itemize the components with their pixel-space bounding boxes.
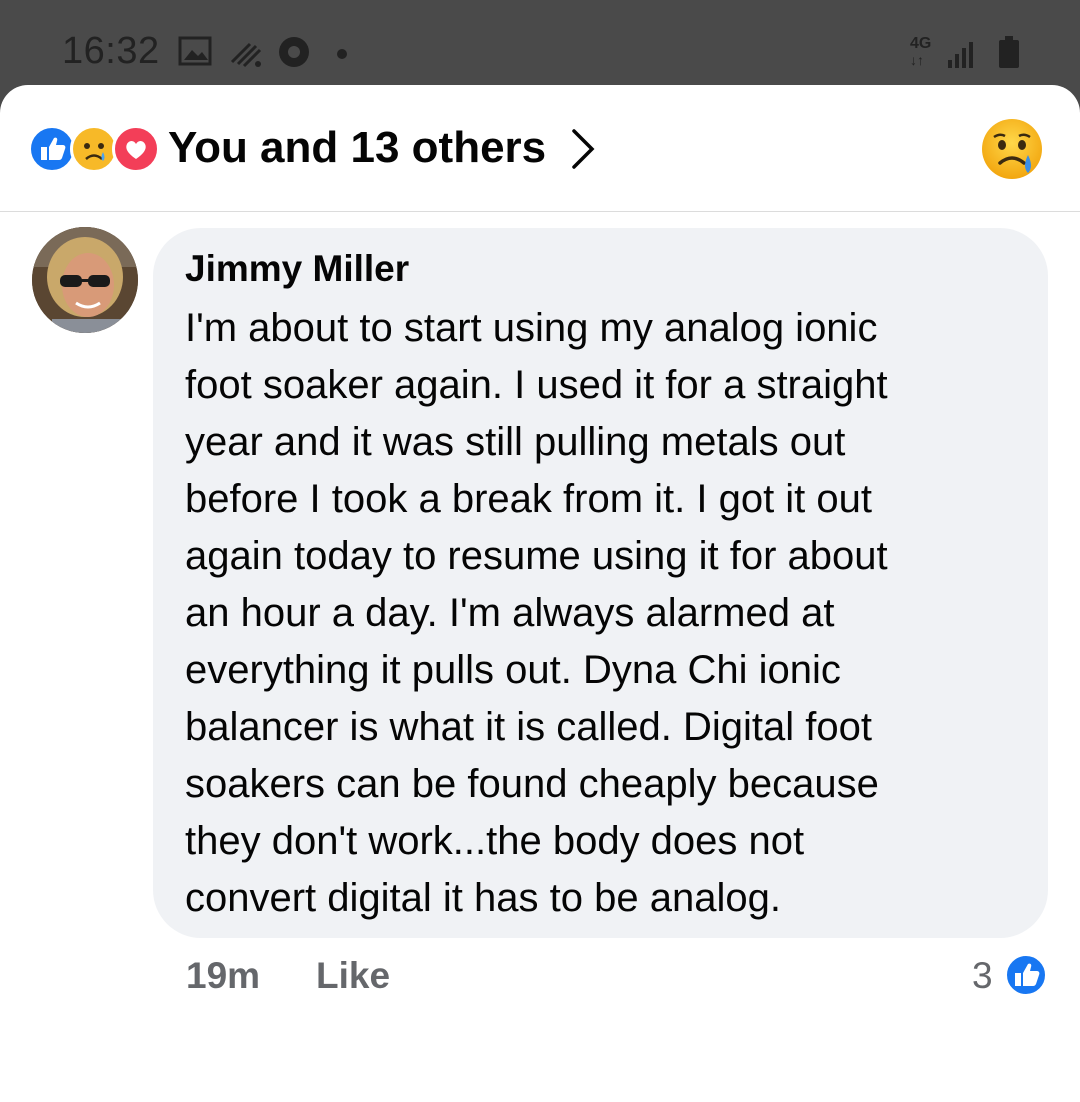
cell-signal-icon xyxy=(948,42,973,68)
reaction-count[interactable]: 3 xyxy=(972,955,993,997)
comment-sheet: You and 13 others Jimmy Miller I'm about… xyxy=(0,85,1080,1102)
comment-timestamp[interactable]: 19m xyxy=(186,955,260,997)
avatar[interactable] xyxy=(32,227,138,333)
battery-icon xyxy=(999,36,1019,68)
dot-icon xyxy=(337,49,347,59)
like-reaction-icon xyxy=(28,125,76,173)
like-button[interactable]: Like xyxy=(316,955,390,997)
like-badge-icon[interactable] xyxy=(1004,953,1048,997)
signal-waves-icon xyxy=(230,42,262,68)
comment-bubble[interactable]: Jimmy Miller I'm about to start using my… xyxy=(153,228,1048,938)
sad-reaction-icon xyxy=(70,125,118,173)
gallery-icon xyxy=(178,36,212,66)
reactions-title[interactable]: You and 13 others xyxy=(168,123,546,173)
my-reaction-sad-icon[interactable] xyxy=(980,117,1046,183)
network-label: 4G xyxy=(910,35,932,52)
reaction-summary[interactable] xyxy=(28,125,160,173)
chevron-right-icon[interactable] xyxy=(566,125,600,173)
comment-text: I'm about to start using my analog ionic… xyxy=(185,306,888,920)
love-reaction-icon xyxy=(112,125,160,173)
status-time: 16:32 xyxy=(62,30,160,72)
comment-author[interactable]: Jimmy Miller xyxy=(185,248,409,290)
chrome-icon xyxy=(279,37,309,67)
profile-photo xyxy=(32,227,138,333)
network-4g-icon: 4G ↓↑ xyxy=(910,35,932,69)
reactions-header[interactable]: You and 13 others xyxy=(0,85,1080,212)
